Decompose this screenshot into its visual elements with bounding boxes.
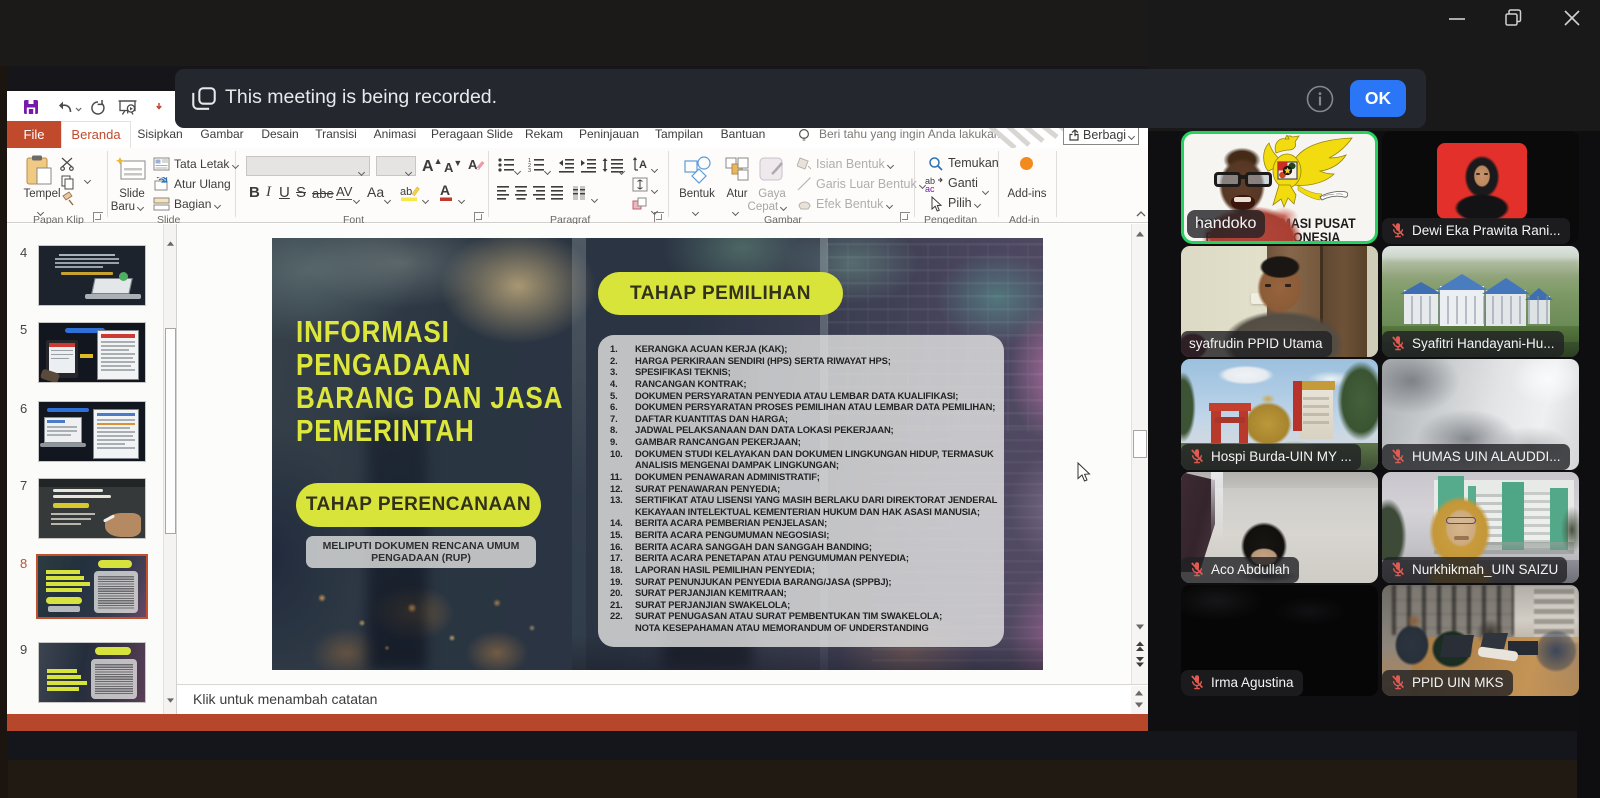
svg-text:ac: ac <box>925 184 935 192</box>
svg-text:A: A <box>468 157 478 172</box>
svg-text:3: 3 <box>528 168 531 174</box>
svg-text:A: A <box>639 159 647 171</box>
svg-text:A: A <box>440 182 450 198</box>
svg-text:ab: ab <box>400 186 412 198</box>
